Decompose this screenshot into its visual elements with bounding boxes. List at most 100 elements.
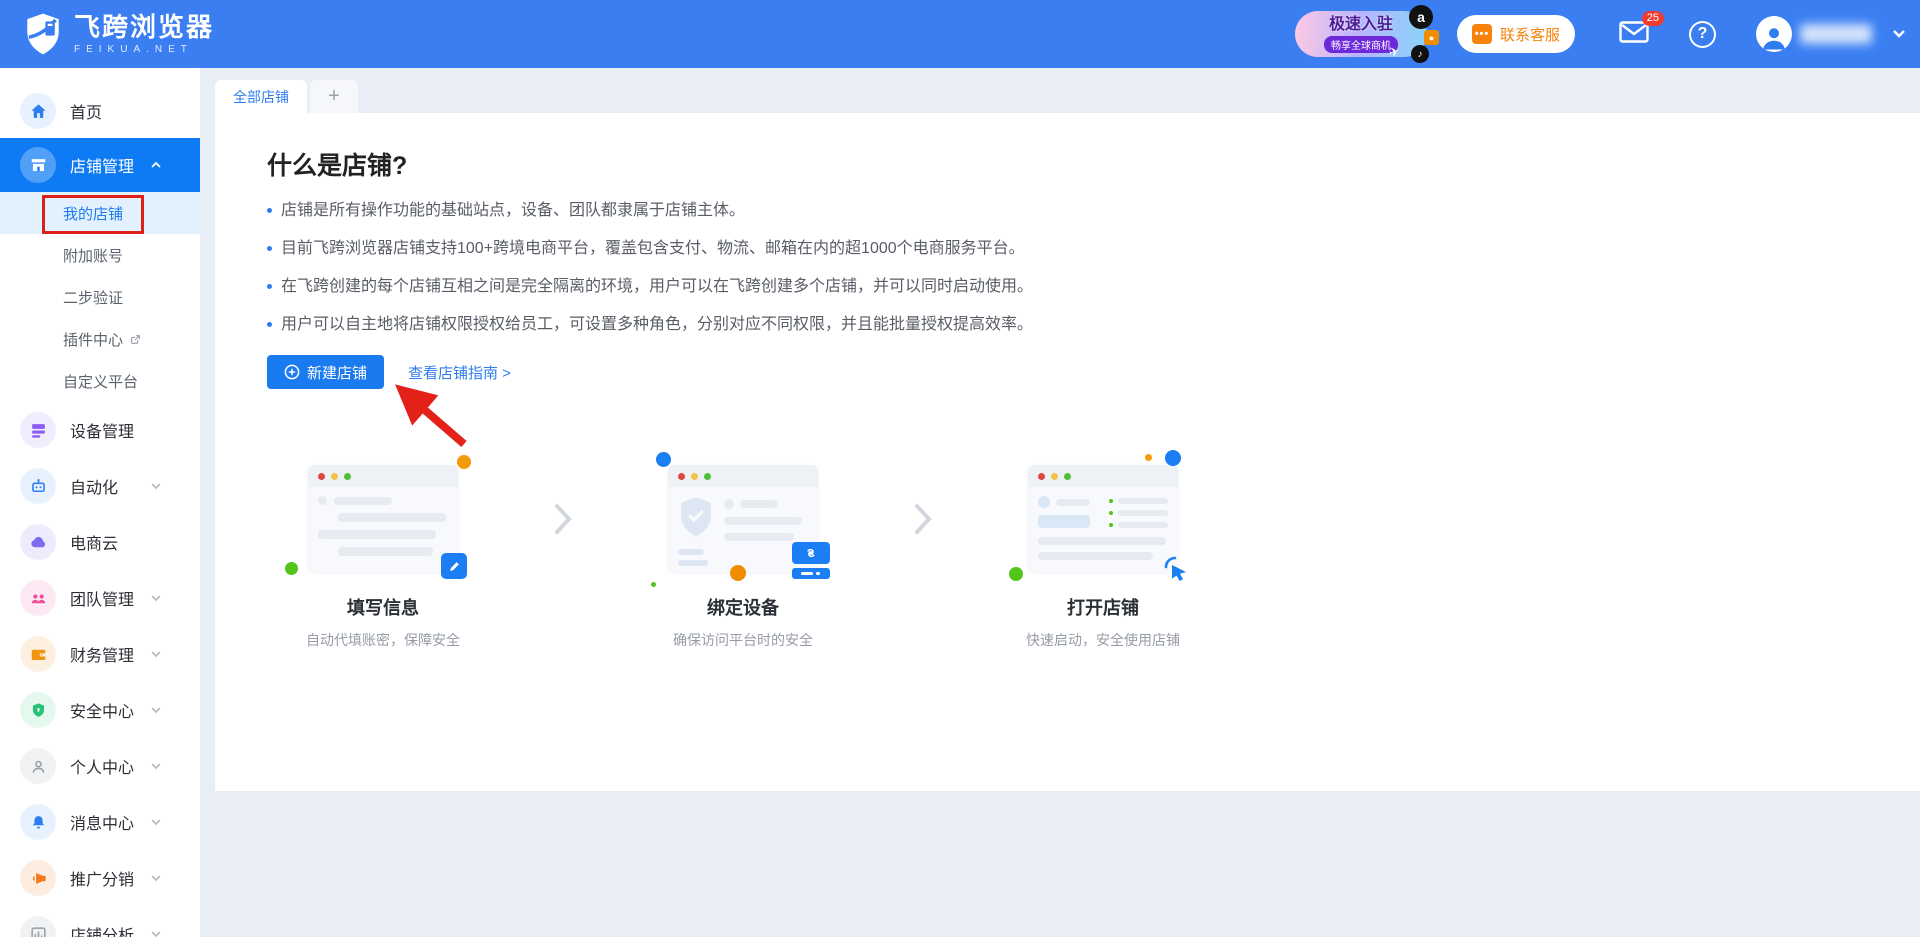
tab-strip: 全部店铺 +	[200, 68, 1920, 113]
new-store-button[interactable]: 新建店铺	[267, 355, 384, 389]
green-dot-icon	[344, 473, 351, 480]
link-icon	[792, 542, 830, 564]
bullet-item: 店铺是所有操作功能的基础站点，设备、团队都隶属于店铺主体。	[267, 202, 1880, 219]
browser-titlebar	[308, 465, 458, 487]
sidebar-item-label: 自动化	[70, 474, 118, 498]
browser-titlebar	[1028, 465, 1178, 487]
browser-body	[308, 487, 458, 565]
step-title: 打开店铺	[1067, 594, 1139, 620]
person-icon	[1759, 22, 1789, 52]
chevron-up-icon	[150, 159, 162, 171]
sidebar-item-label: 财务管理	[70, 642, 134, 666]
skeleton-line	[318, 530, 436, 539]
new-store-label: 新建店铺	[307, 362, 367, 383]
red-dot-icon	[678, 473, 685, 480]
sidebar-item-finance-management[interactable]: 财务管理	[0, 626, 200, 682]
main-area: 全部店铺 + 什么是店铺? 店铺是所有操作功能的基础站点，设备、团队都隶属于店铺…	[200, 68, 1920, 937]
step-open-store: 打开店铺 快速启动，安全使用店铺	[1003, 465, 1203, 650]
page-title: 什么是店铺?	[267, 146, 1880, 182]
sidebar-item-store-analysis[interactable]: 店铺分析	[0, 906, 200, 937]
green-dot-icon	[1009, 567, 1023, 581]
sidebar-item-security-center[interactable]: 安全中心	[0, 682, 200, 738]
green-dot-icon	[651, 582, 656, 587]
sidebar-item-promotion[interactable]: 推广分销	[0, 850, 200, 906]
sidebar-subitem-custom-platform[interactable]: 自定义平台	[0, 360, 200, 402]
user-menu-chevron-down-icon[interactable]	[1892, 29, 1906, 39]
skeleton-line	[338, 513, 446, 522]
app-logo[interactable]: 飞跨浏览器 FEIKUA.NET	[0, 12, 214, 56]
blue-dot-icon	[1165, 450, 1181, 466]
skeleton-line	[1118, 510, 1168, 516]
bullet-item: 用户可以自主地将店铺权限授权给员工，可设置多种角色，分别对应不同权限，并且能批量…	[267, 316, 1880, 333]
chevron-down-icon	[150, 480, 162, 492]
chevron-down-icon	[150, 872, 162, 884]
chart-icon	[20, 916, 56, 937]
plane-icon: ✈	[1387, 44, 1401, 60]
sidebar-item-personal-center[interactable]: 个人中心	[0, 738, 200, 794]
sidebar-subitem-extra-accounts[interactable]: 附加账号	[0, 234, 200, 276]
logo-title: 飞跨浏览器	[74, 13, 214, 41]
chat-bubble-icon: •••	[1472, 24, 1492, 44]
store-icon	[20, 147, 56, 183]
sidebar-item-label: 店铺管理	[70, 153, 134, 177]
promo-line2: 畅享全球商机	[1324, 36, 1398, 53]
sidebar-item-team-management[interactable]: 团队管理	[0, 570, 200, 626]
tab-add[interactable]: +	[310, 80, 358, 113]
card-illustration-open-store	[1028, 465, 1178, 572]
skeleton-line	[334, 497, 392, 505]
content-panel: 什么是店铺? 店铺是所有操作功能的基础站点，设备、团队都隶属于店铺主体。 目前飞…	[215, 113, 1920, 791]
tiktok-icon: ♪	[1411, 45, 1429, 63]
sidebar-item-device-management[interactable]: 设备管理	[0, 402, 200, 458]
sidebar-item-label: 设备管理	[70, 418, 134, 442]
sidebar-item-automation[interactable]: 自动化	[0, 458, 200, 514]
yellow-dot-icon	[691, 473, 698, 480]
step-desc: 自动代填账密，保障安全	[306, 630, 460, 650]
tab-all-stores[interactable]: 全部店铺	[215, 80, 307, 113]
amazon-icon: a	[1409, 5, 1433, 29]
chevron-down-icon	[150, 760, 162, 772]
sidebar-subitem-two-step-verification[interactable]: 二步验证	[0, 276, 200, 318]
robot-icon	[20, 468, 56, 504]
orange-dot-icon	[1145, 454, 1152, 461]
steps-row: 填写信息 自动代填账密，保障安全	[283, 465, 1880, 650]
chevron-down-icon	[150, 816, 162, 828]
promo-banner[interactable]: 极速入驻 畅享全球商机 a ● ♪ ✈	[1295, 11, 1427, 57]
green-bullet-icon	[1109, 523, 1113, 527]
user-avatar[interactable]	[1756, 16, 1792, 52]
sidebar-item-message-center[interactable]: 消息中心	[0, 794, 200, 850]
sidebar-item-home[interactable]: 首页	[0, 84, 200, 138]
card-illustration-fill-info	[308, 465, 458, 572]
bell-icon	[20, 804, 56, 840]
step-title: 填写信息	[347, 594, 419, 620]
bullet-text: 店铺是所有操作功能的基础站点，设备、团队都隶属于店铺主体。	[281, 202, 745, 219]
bullet-text: 在飞跨创建的每个店铺互相之间是完全隔离的环境，用户可以在飞跨创建多个店铺，并可以…	[281, 278, 1033, 295]
help-button[interactable]: ?	[1689, 21, 1716, 48]
sidebar: 首页 店铺管理 我的店铺 附加账号 二步验证 插件中心 自定义平台	[0, 68, 200, 937]
sidebar-item-label: 个人中心	[70, 754, 134, 778]
orange-dot-icon	[730, 565, 746, 581]
contact-support-button[interactable]: ••• 联系客服	[1457, 15, 1575, 53]
external-link-icon	[129, 333, 142, 346]
sidebar-subitem-my-stores[interactable]: 我的店铺	[0, 192, 200, 234]
yellow-dot-icon	[331, 473, 338, 480]
sidebar-item-ecommerce-cloud[interactable]: 电商云	[0, 514, 200, 570]
user-icon	[20, 748, 56, 784]
cursor-click-icon	[1160, 553, 1192, 590]
sidebar-item-label: 推广分销	[70, 866, 134, 890]
megaphone-icon	[20, 860, 56, 896]
skeleton-line	[724, 533, 794, 541]
home-icon	[20, 93, 56, 129]
messages-button[interactable]: 25	[1619, 20, 1649, 49]
sidebar-subitem-plugin-center[interactable]: 插件中心	[0, 318, 200, 360]
promo-line1: 极速入驻	[1329, 16, 1393, 34]
question-mark-icon: ?	[1698, 25, 1708, 43]
step-bind-device: 绑定设备 确保访问平台时的安全	[643, 465, 843, 650]
chevron-down-icon	[150, 704, 162, 716]
subitem-label: 自定义平台	[63, 371, 138, 392]
green-bullet-icon	[1109, 511, 1113, 515]
sidebar-item-store-management[interactable]: 店铺管理	[0, 138, 200, 192]
store-guide-link[interactable]: 查看店铺指南 >	[408, 362, 511, 383]
browser-body	[1028, 487, 1178, 569]
subitem-label: 插件中心	[63, 329, 123, 350]
username-blurred[interactable]	[1800, 24, 1872, 44]
